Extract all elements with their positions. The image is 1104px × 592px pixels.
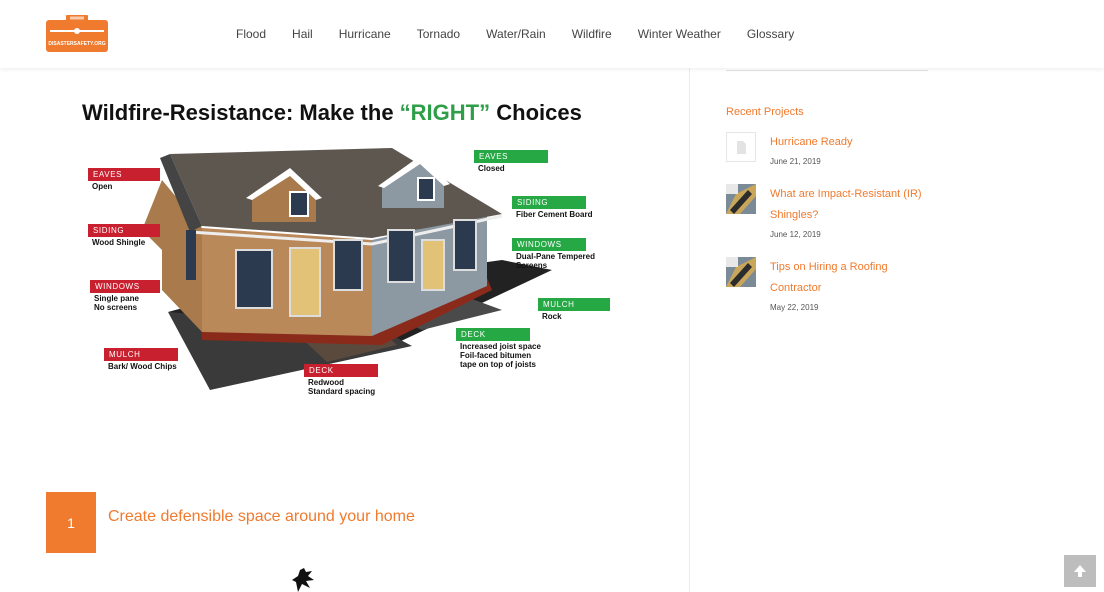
article-title: Wildfire-Resistance: Make the “RIGHT” Ch… bbox=[82, 100, 582, 126]
wrong-windows-tag: WINDOWS bbox=[90, 280, 160, 293]
wrong-mulch-tag: MULCH bbox=[104, 348, 178, 361]
right-eaves-desc: Closed bbox=[478, 164, 505, 173]
title-part-2: Choices bbox=[490, 100, 582, 125]
nav-tornado[interactable]: Tornado bbox=[417, 27, 460, 41]
wrong-siding-desc: Wood Shingle bbox=[92, 238, 146, 247]
shingle-photo-thumbnail[interactable] bbox=[726, 184, 756, 214]
sidebar-rule bbox=[726, 70, 928, 71]
wrong-deck-desc: Redwood Standard spacing bbox=[308, 378, 376, 396]
project-title-link[interactable]: What are Impact-Resistant (IR) Shingles? bbox=[770, 184, 930, 226]
step-title: Create defensible space around your home bbox=[108, 508, 415, 525]
wildfire-house-diagram: EAVES Open SIDING Wood Shingle WINDOWS S… bbox=[82, 140, 622, 402]
right-windows-desc: Dual-Pane Tempered Screens bbox=[516, 252, 595, 270]
nav-hurricane[interactable]: Hurricane bbox=[339, 27, 391, 41]
back-to-top-button[interactable] bbox=[1064, 555, 1096, 587]
right-deck-tag: DECK bbox=[456, 328, 530, 341]
site-logo[interactable]: DISASTERSAFETY.ORG bbox=[44, 14, 110, 54]
wrong-deck-tag: DECK bbox=[304, 364, 378, 377]
wrong-mulch-desc: Bark/ Wood Chips bbox=[108, 362, 177, 371]
column-divider bbox=[689, 68, 690, 592]
right-mulch-tag: MULCH bbox=[538, 298, 610, 311]
nav-flood[interactable]: Flood bbox=[236, 27, 266, 41]
wrong-eaves-tag: EAVES bbox=[88, 168, 160, 181]
project-title-link[interactable]: Hurricane Ready bbox=[770, 132, 930, 153]
logo-text: DISASTERSAFETY.ORG bbox=[48, 41, 105, 47]
project-date: May 22, 2019 bbox=[770, 303, 819, 312]
wrong-siding-tag: SIDING bbox=[88, 224, 160, 237]
tree-silhouette-image bbox=[292, 568, 314, 592]
project-title-link[interactable]: Tips on Hiring a Roofing Contractor bbox=[770, 257, 930, 299]
nav-water-rain[interactable]: Water/Rain bbox=[486, 27, 546, 41]
nav-glossary[interactable]: Glossary bbox=[747, 27, 794, 41]
step-number-box: 1 bbox=[46, 492, 96, 553]
nav-wildfire[interactable]: Wildfire bbox=[572, 27, 612, 41]
main-nav: Flood Hail Hurricane Tornado Water/Rain … bbox=[236, 27, 820, 41]
project-date: June 21, 2019 bbox=[770, 157, 821, 166]
recent-projects-heading: Recent Projects bbox=[726, 106, 804, 118]
shingle-photo-thumbnail[interactable] bbox=[726, 257, 756, 287]
arrow-up-icon bbox=[1074, 565, 1086, 577]
wrong-eaves-desc: Open bbox=[92, 182, 113, 191]
right-deck-desc: Increased joist space Foil-faced bitumen… bbox=[460, 342, 541, 369]
wrong-windows-desc: Single pane No screens bbox=[94, 294, 139, 312]
right-siding-desc: Fiber Cement Board bbox=[516, 210, 593, 219]
right-siding-tag: SIDING bbox=[512, 196, 586, 209]
right-eaves-tag: EAVES bbox=[474, 150, 548, 163]
title-part-1: Wildfire-Resistance: Make the bbox=[82, 100, 400, 125]
nav-winter-weather[interactable]: Winter Weather bbox=[638, 27, 721, 41]
page: DISASTERSAFETY.ORG Flood Hail Hurricane … bbox=[0, 0, 1104, 592]
document-icon[interactable] bbox=[726, 132, 756, 162]
nav-hail[interactable]: Hail bbox=[292, 27, 313, 41]
right-mulch-desc: Rock bbox=[542, 312, 562, 321]
site-header: DISASTERSAFETY.ORG Flood Hail Hurricane … bbox=[0, 0, 1104, 68]
title-highlight: “RIGHT” bbox=[399, 100, 491, 125]
right-windows-tag: WINDOWS bbox=[512, 238, 586, 251]
project-date: June 12, 2019 bbox=[770, 230, 821, 239]
